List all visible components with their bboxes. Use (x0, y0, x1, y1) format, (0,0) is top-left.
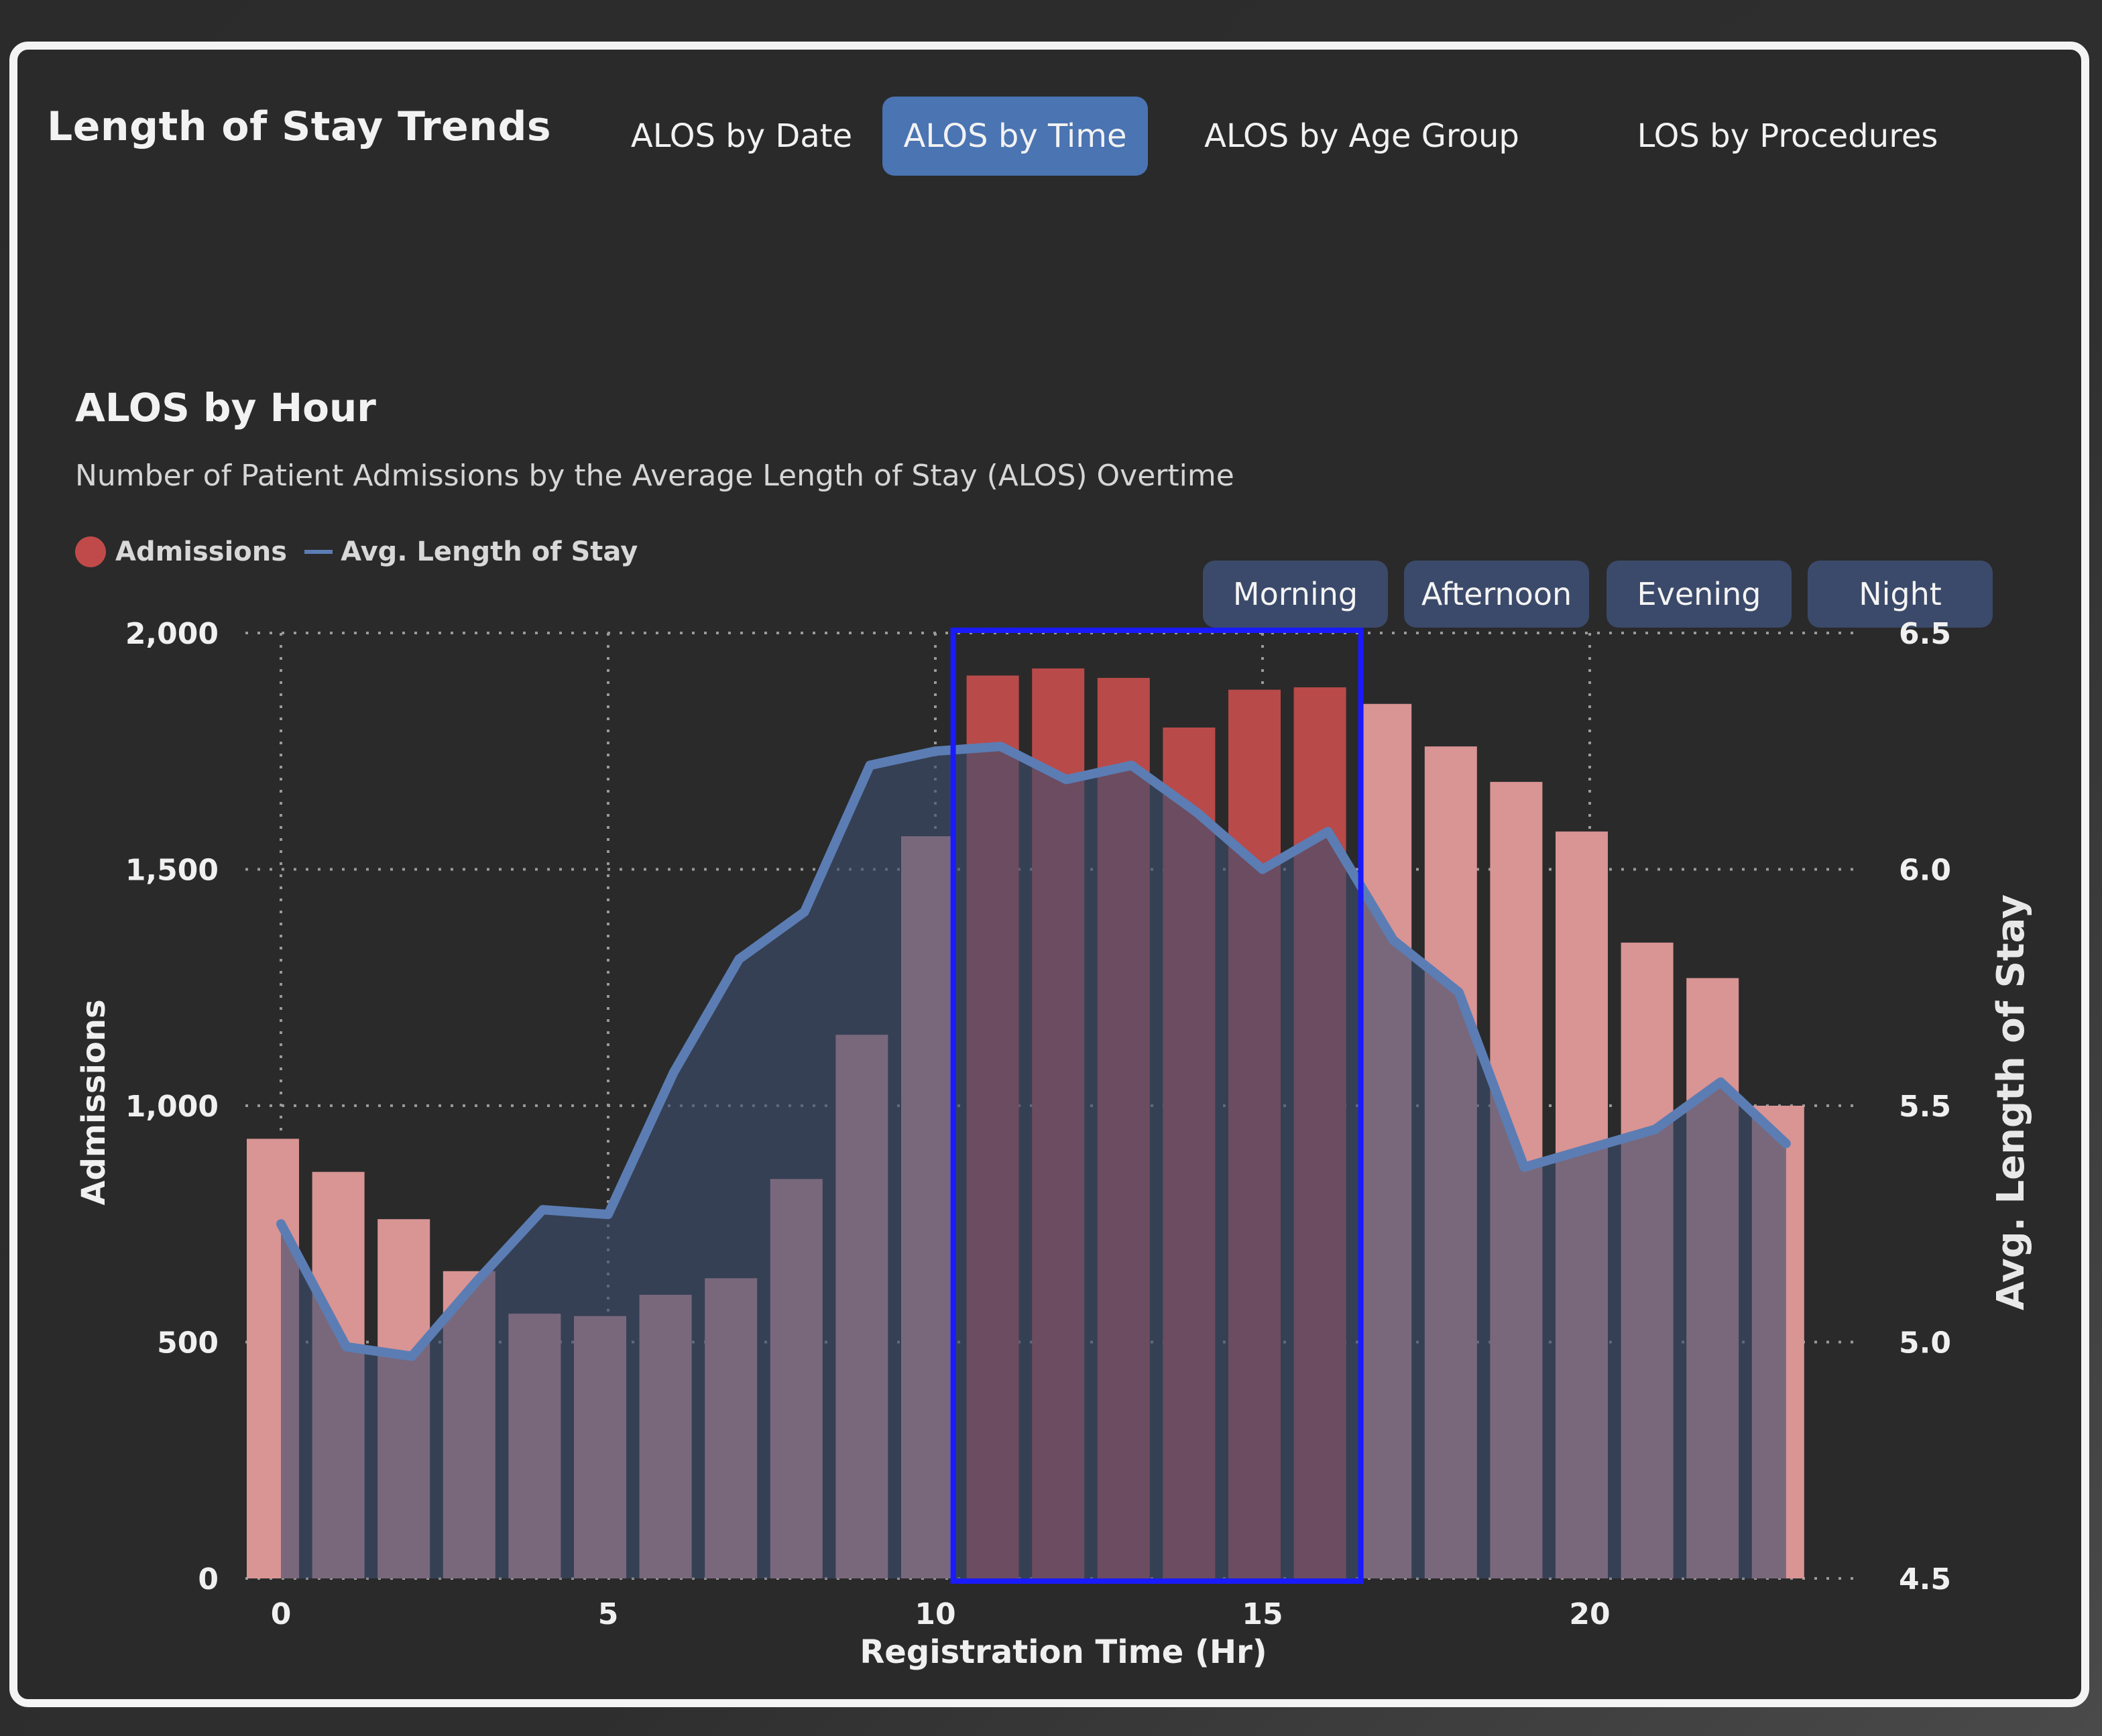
x-axis-ticks: 0 5 10 15 20 (271, 1597, 1611, 1631)
y-tick-label: 0 (198, 1562, 219, 1597)
y-tick-label: 2,000 (125, 617, 219, 651)
y-tick-label: 1,500 (125, 854, 219, 888)
y-tick-label: 1,000 (125, 1090, 219, 1124)
y-tick-label: 500 (157, 1326, 219, 1361)
x-tick-label: 10 (915, 1597, 955, 1631)
chart-card: Length of Stay Trends ALOS by Date ALOS … (9, 42, 2089, 1707)
x-tick-label: 20 (1569, 1597, 1610, 1631)
x-tick-label: 15 (1242, 1597, 1283, 1631)
y2-axis-ticks: 4.5 5.0 5.5 6.0 6.5 (1899, 617, 1951, 1597)
y2-tick-label: 6.0 (1899, 854, 1951, 888)
x-tick-label: 5 (598, 1597, 619, 1631)
x-axis-label: Registration Time (Hr) (860, 1633, 1267, 1671)
y2-tick-label: 6.5 (1899, 617, 1951, 651)
y-axis-label: Admissions (75, 999, 113, 1205)
x-tick-label: 0 (271, 1597, 292, 1631)
y2-tick-label: 5.0 (1899, 1326, 1951, 1361)
y2-tick-label: 4.5 (1899, 1562, 1951, 1597)
alos-by-hour-chart: 0 500 1,000 1,500 2,000 4.5 5.0 5.5 6.0 6.5 0 5 10… (75, 617, 2033, 1671)
y-axis-ticks: 0 500 1,000 1,500 2,000 (125, 617, 219, 1597)
y2-axis-label: Avg. Length of Stay (1989, 894, 2033, 1310)
y2-tick-label: 5.5 (1899, 1090, 1951, 1124)
